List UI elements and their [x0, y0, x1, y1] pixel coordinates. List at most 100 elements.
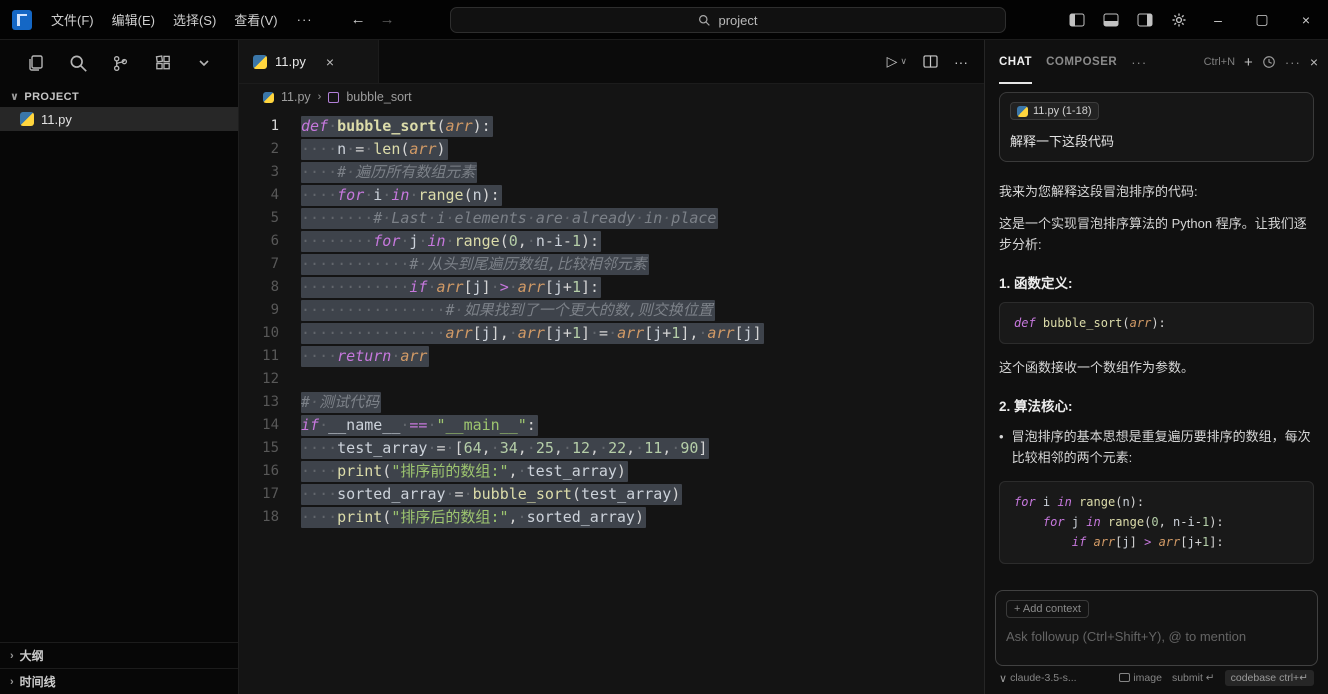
timeline-label: 时间线 [20, 673, 56, 690]
code-line[interactable]: 5········#·Last·i·elements·are·already·i… [239, 207, 984, 230]
breadcrumb[interactable]: 11.py › bubble_sort [239, 84, 984, 110]
chat-code-block: def bubble_sort(arr): [999, 302, 1314, 344]
tab-chat[interactable]: CHAT [999, 40, 1032, 84]
search-icon [698, 14, 711, 27]
code-editor[interactable]: 1def·bubble_sort(arr):2····n·=·len(arr)3… [239, 110, 984, 694]
code-line[interactable]: 1def·bubble_sort(arr): [239, 115, 984, 138]
code-line[interactable]: 13#·测试代码 [239, 391, 984, 414]
line-number: 9 [239, 299, 301, 322]
source-control-icon[interactable] [111, 54, 130, 73]
line-number: 7 [239, 253, 301, 276]
line-number: 5 [239, 207, 301, 230]
python-file-icon [20, 112, 34, 126]
chat-paragraph: 我来为您解释这段冒泡排序的代码: [999, 182, 1314, 203]
search-icon[interactable] [69, 54, 88, 73]
menu-view[interactable]: 查看(V) [225, 6, 286, 34]
explorer-icon[interactable] [26, 53, 46, 73]
code-line[interactable]: 7············#·从头到尾遍历数组,比较相邻元素 [239, 253, 984, 276]
chat-flow: 我来为您解释这段冒泡排序的代码:这是一个实现冒泡排序算法的 Python 程序。… [999, 182, 1314, 564]
code-line[interactable]: 17····sorted_array·=·bubble_sort(test_ar… [239, 483, 984, 506]
line-number: 12 [239, 368, 301, 391]
outline-section[interactable]: › 大纲 [0, 642, 238, 668]
code-line[interactable]: 6········for·j·in·range(0,·n-i-1): [239, 230, 984, 253]
toggle-panel-icon[interactable] [1094, 6, 1128, 34]
editor-tab-bar: 11.py × ▷ ∨ ··· [239, 40, 984, 84]
forward-icon[interactable]: → [380, 11, 395, 28]
breadcrumb-file[interactable]: 11.py [281, 90, 311, 104]
command-search-box[interactable]: project [450, 7, 1006, 33]
run-button[interactable]: ▷ ∨ [887, 53, 907, 70]
close-button[interactable]: × [1284, 0, 1328, 40]
add-context-button[interactable]: + Add context [1006, 600, 1089, 618]
new-chat-icon[interactable]: + [1244, 54, 1253, 71]
line-number: 16 [239, 460, 301, 483]
tab-composer[interactable]: COMPOSER [1046, 40, 1117, 84]
model-selector[interactable]: ∨ claude-3.5-s... [999, 672, 1077, 685]
chevron-down-icon: ∨ [999, 672, 1007, 685]
extensions-icon[interactable] [154, 54, 173, 73]
line-number: 3 [239, 161, 301, 184]
menu-edit[interactable]: 编辑(E) [103, 6, 164, 34]
symbol-method-icon [328, 92, 339, 103]
chevron-right-icon: › [10, 650, 14, 662]
line-number: 10 [239, 322, 301, 345]
code-line[interactable]: 10················arr[j],·arr[j+1]·=·arr… [239, 322, 984, 345]
activity-bar [0, 40, 238, 86]
menu-file[interactable]: 文件(F) [42, 6, 103, 34]
explorer-sidebar: ∨ PROJECT 11.py › 大纲 › 时间线 [0, 40, 239, 694]
chat-tabs-overflow-icon[interactable]: ··· [1131, 55, 1147, 70]
file-item-11py[interactable]: 11.py [0, 107, 238, 131]
codebase-button[interactable]: codebase ctrl+↵ [1225, 670, 1314, 686]
user-message[interactable]: 11.py (1-18) 解释一下这段代码 [999, 92, 1314, 162]
project-section-header[interactable]: ∨ PROJECT [0, 86, 238, 107]
code-line[interactable]: 3····#·遍历所有数组元素 [239, 161, 984, 184]
chat-bullet-item: •冒泡排序的基本思想是重复遍历要排序的数组，每次比较相邻的两个元素: [999, 427, 1314, 469]
gear-icon[interactable] [1162, 6, 1196, 34]
app-window: 文件(F) 编辑(E) 选择(S) 查看(V) ··· ← → project [0, 0, 1328, 694]
chevron-right-icon: › [10, 676, 14, 688]
split-editor-icon[interactable] [923, 55, 938, 68]
code-line[interactable]: 14if·__name__·==·"__main__": [239, 414, 984, 437]
model-name: claude-3.5-s... [1010, 672, 1077, 684]
menu-selection[interactable]: 选择(S) [164, 6, 225, 34]
back-icon[interactable]: ← [351, 11, 366, 28]
chevron-down-icon[interactable] [196, 55, 212, 71]
code-line[interactable]: 4····for·i·in·range(n): [239, 184, 984, 207]
timeline-section[interactable]: › 时间线 [0, 668, 238, 694]
code-line[interactable]: 2····n·=·len(arr) [239, 138, 984, 161]
chat-input-box[interactable]: + Add context Ask followup (Ctrl+Shift+Y… [995, 590, 1318, 666]
line-number: 18 [239, 506, 301, 529]
toggle-sidebar-icon[interactable] [1060, 6, 1094, 34]
user-message-text: 解释一下这段代码 [1010, 131, 1303, 150]
chat-panel: CHAT COMPOSER ··· Ctrl+N + ··· × [984, 40, 1328, 694]
minimize-button[interactable]: – [1196, 0, 1240, 40]
context-badge[interactable]: 11.py (1-18) [1010, 102, 1099, 120]
menu-overflow[interactable]: ··· [287, 12, 323, 27]
attach-image-button[interactable]: image [1119, 672, 1162, 684]
line-number: 14 [239, 414, 301, 437]
chat-heading: 1. 函数定义: [999, 272, 1314, 292]
code-line[interactable]: 15····test_array·=·[64,·34,·25,·12,·22,·… [239, 437, 984, 460]
breadcrumb-symbol[interactable]: bubble_sort [346, 90, 411, 104]
tab-label: 11.py [275, 54, 306, 69]
code-line[interactable]: 11····return·arr [239, 345, 984, 368]
chevron-down-icon: ∨ [900, 56, 907, 67]
editor-more-actions-icon[interactable]: ··· [954, 54, 968, 70]
code-line[interactable]: 9················#·如果找到了一个更大的数,则交换位置 [239, 299, 984, 322]
maximize-button[interactable]: ▢ [1240, 0, 1284, 40]
tab-close-icon[interactable]: × [326, 54, 334, 70]
project-section-title: PROJECT [24, 91, 79, 103]
history-icon[interactable] [1262, 55, 1276, 69]
toggle-secondary-sidebar-icon[interactable] [1128, 6, 1162, 34]
chat-paragraph: 这个函数接收一个数组作为参数。 [999, 358, 1314, 379]
code-line[interactable]: 8············if·arr[j]·>·arr[j+1]: [239, 276, 984, 299]
code-line[interactable]: 12 [239, 368, 984, 391]
submit-button[interactable]: submit ↵ [1172, 672, 1215, 684]
chat-input-placeholder: Ask followup (Ctrl+Shift+Y), @ to mentio… [1006, 629, 1307, 644]
tab-11py[interactable]: 11.py × [239, 40, 379, 83]
close-chat-icon[interactable]: × [1310, 54, 1318, 70]
code-line[interactable]: 16····print("排序前的数组:",·test_array) [239, 460, 984, 483]
code-line[interactable]: 18····print("排序后的数组:",·sorted_array) [239, 506, 984, 529]
python-file-icon [263, 92, 274, 103]
chat-more-actions-icon[interactable]: ··· [1285, 55, 1301, 70]
